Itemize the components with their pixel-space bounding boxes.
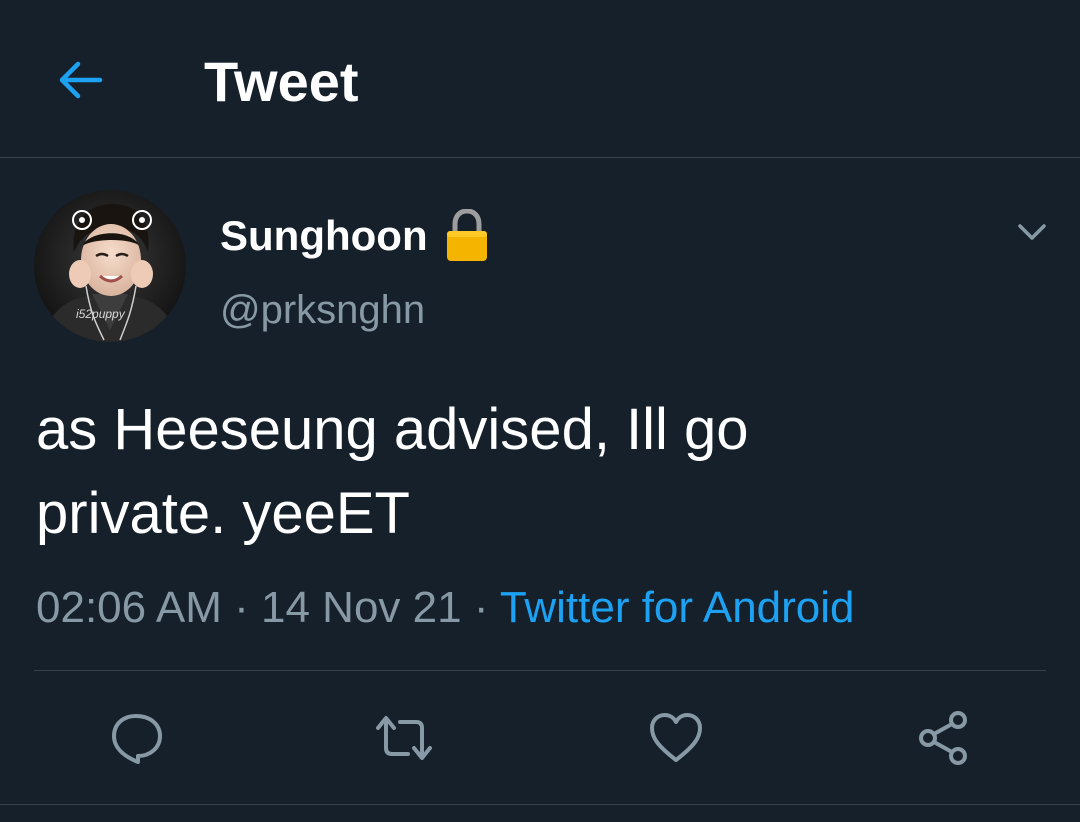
tweet-actions-bar bbox=[0, 700, 1080, 776]
retweet-button[interactable] bbox=[366, 700, 442, 776]
author-name-row: Sunghoon bbox=[220, 206, 490, 266]
tweet-source-link[interactable]: Twitter for Android bbox=[500, 583, 855, 632]
avatar-watermark: i52puppy bbox=[76, 307, 126, 321]
meta-separator: · bbox=[461, 583, 500, 632]
avatar[interactable]: i52puppy bbox=[34, 190, 186, 342]
avatar-image: i52puppy bbox=[34, 190, 186, 342]
share-button[interactable] bbox=[906, 700, 982, 776]
tweet-options-button[interactable] bbox=[1008, 208, 1056, 256]
tweet-detail-screen: Tweet i52puppy Sunghoon @prksnghn as Hee… bbox=[0, 0, 1080, 822]
heart-icon bbox=[650, 713, 702, 762]
divider bbox=[34, 670, 1046, 671]
tweet-date: 14 Nov 21 bbox=[261, 583, 462, 632]
like-button[interactable] bbox=[638, 700, 714, 776]
arrow-left-icon bbox=[59, 61, 103, 99]
author-handle[interactable]: @prksnghn bbox=[220, 284, 425, 336]
page-title: Tweet bbox=[204, 50, 359, 113]
tweet-text: as Heeseung advised, Ill go private. yee… bbox=[36, 397, 749, 546]
reply-icon bbox=[112, 714, 162, 764]
tweet-meta: 02:06 AM · 14 Nov 21 · Twitter for Andro… bbox=[36, 580, 855, 636]
reply-button[interactable] bbox=[98, 700, 174, 776]
display-name[interactable]: Sunghoon bbox=[220, 208, 428, 264]
back-button[interactable] bbox=[44, 44, 116, 116]
retweet-icon bbox=[376, 716, 432, 760]
top-app-bar: Tweet bbox=[0, 0, 1080, 158]
divider bbox=[0, 804, 1080, 805]
lock-icon bbox=[444, 208, 490, 263]
share-icon bbox=[919, 711, 967, 765]
meta-separator: · bbox=[221, 583, 262, 632]
chevron-down-icon bbox=[1018, 224, 1046, 240]
tweet-time: 02:06 AM bbox=[36, 583, 222, 632]
